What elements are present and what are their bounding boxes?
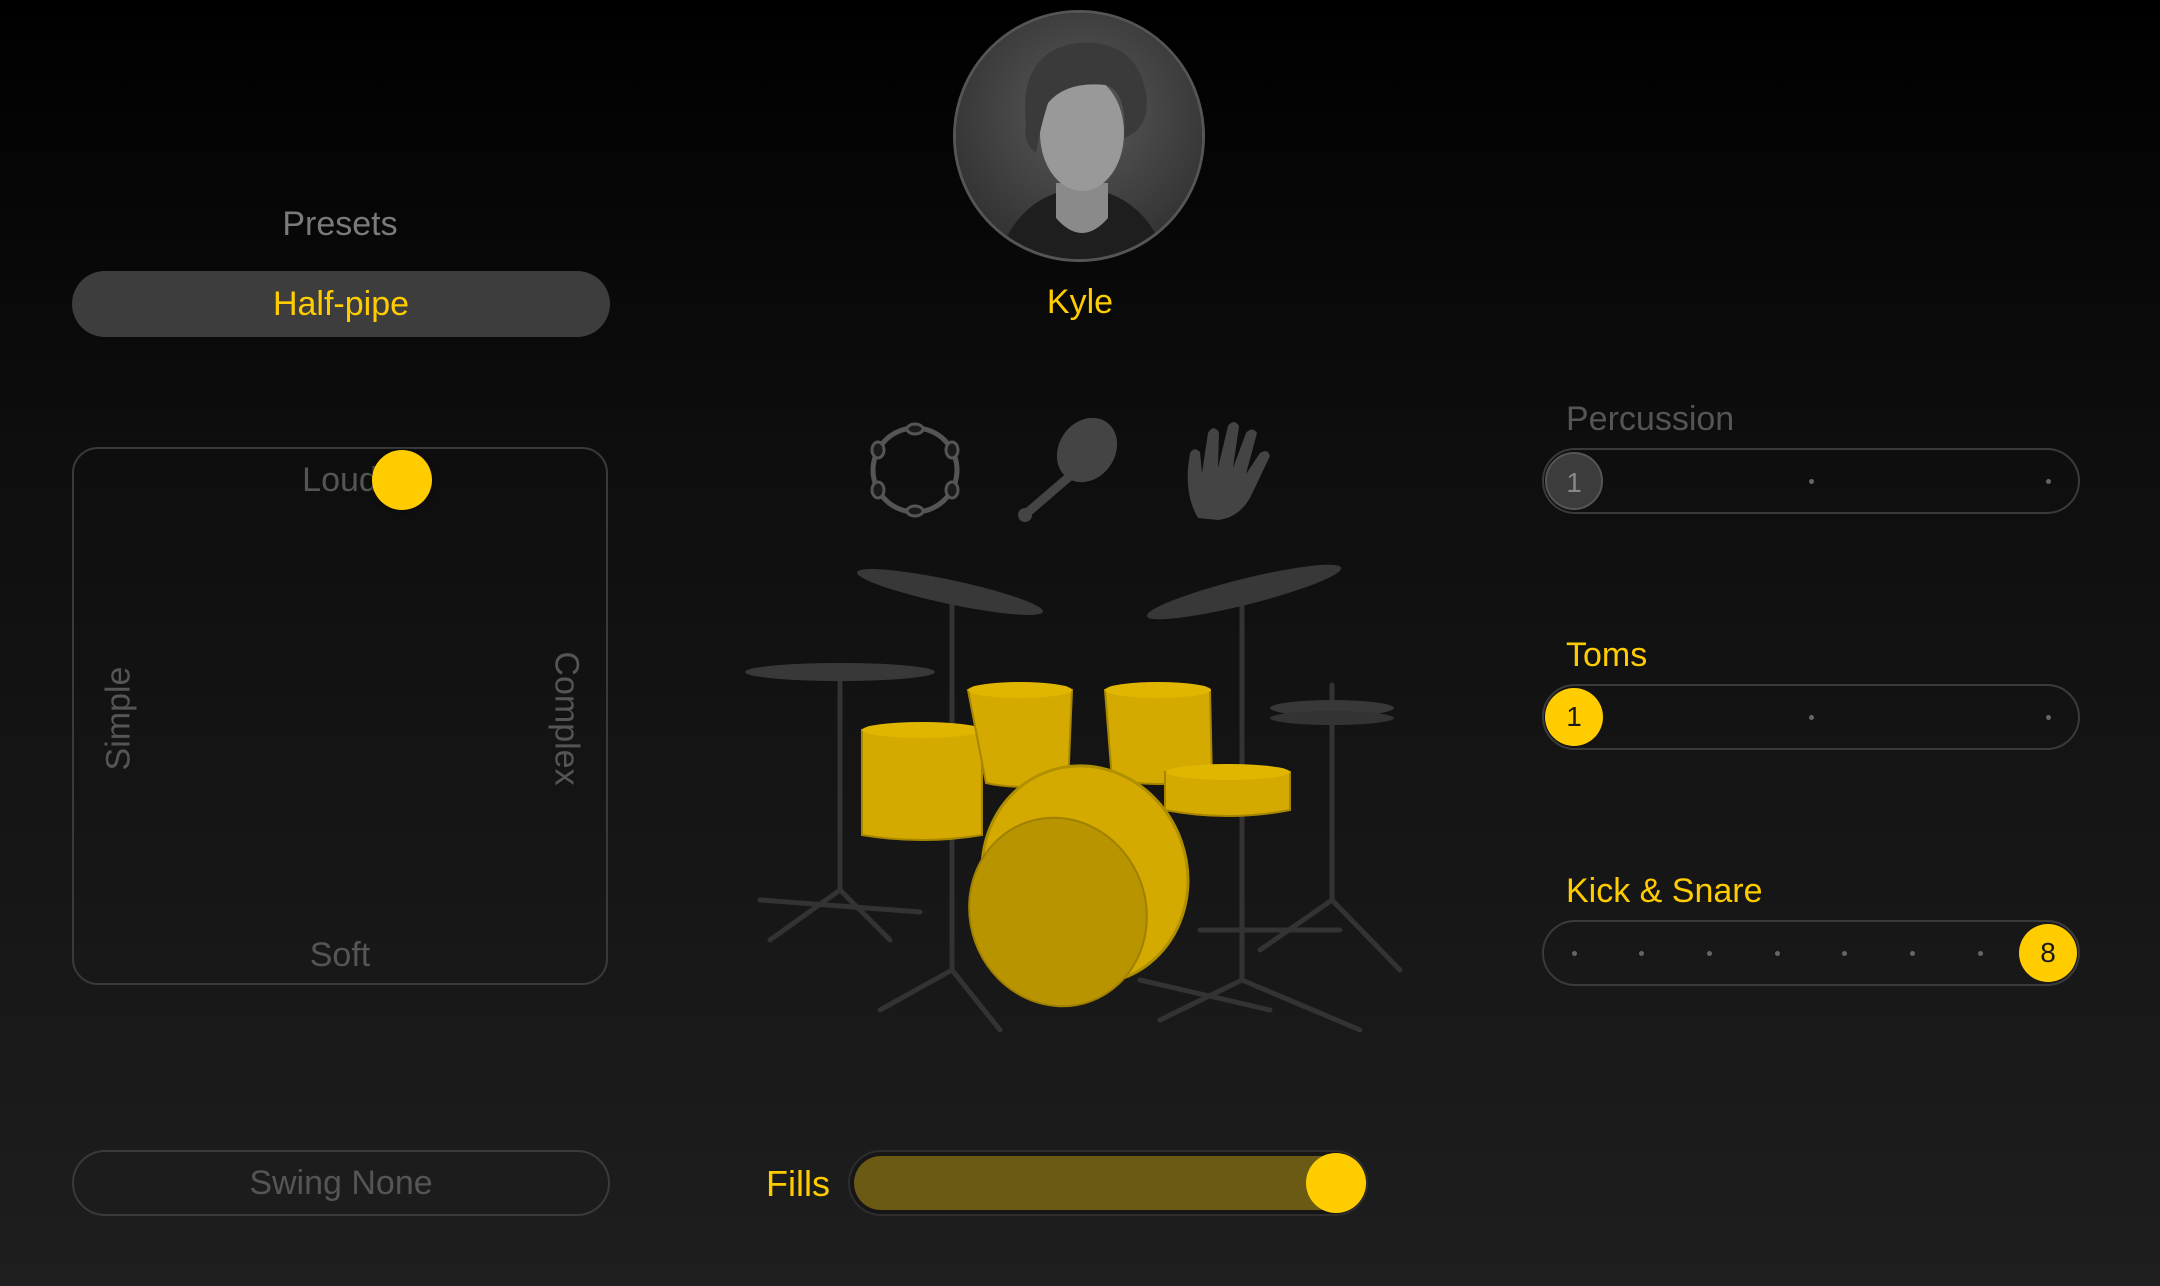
slider-step-dot <box>2045 479 2051 484</box>
drum-kit[interactable] <box>740 540 1420 1060</box>
drummer-name[interactable]: Kyle <box>880 283 1280 322</box>
preset-selector-button[interactable]: Half-pipe <box>72 271 610 337</box>
presets-title: Presets <box>282 205 398 243</box>
slider-knob[interactable]: 1 <box>1545 452 1603 510</box>
kick-snare-slider[interactable]: 8 <box>1542 920 2080 986</box>
tambourine-icon[interactable] <box>860 420 970 525</box>
fills-slider-fill <box>854 1156 1366 1210</box>
fills-slider-knob[interactable] <box>1306 1153 1366 1213</box>
slider-knob[interactable]: 8 <box>2019 924 2077 982</box>
percussion-title: Percussion <box>1566 400 1735 438</box>
slider-step-dot <box>1842 951 1848 956</box>
slider-step-dot <box>1639 951 1645 956</box>
toms-slider[interactable]: 1 <box>1542 684 2080 750</box>
slider-step-dot <box>2045 715 2051 720</box>
swing-button[interactable]: Swing None <box>72 1150 610 1216</box>
slider-step-dot <box>1774 951 1780 956</box>
pad-puck[interactable] <box>372 450 432 510</box>
pad-label-soft: Soft <box>309 936 371 974</box>
fills-label: Fills <box>766 1163 830 1204</box>
pad-label-loud: Loud <box>302 461 378 499</box>
kick-snare-title: Kick & Snare <box>1566 872 1763 910</box>
slider-step-dot <box>1808 479 1814 484</box>
hand-clap-icon[interactable] <box>1178 418 1278 528</box>
fills-slider[interactable] <box>848 1150 1368 1216</box>
pad-label-simple: Simple <box>99 666 138 771</box>
slider-step-dot <box>1706 951 1712 956</box>
slider-step-dot <box>1977 951 1983 956</box>
percussion-slider[interactable]: 1 <box>1542 448 2080 514</box>
pad-label-complex: Complex <box>547 651 586 786</box>
slider-step-dot <box>1571 951 1577 956</box>
slider-knob[interactable]: 1 <box>1545 688 1603 746</box>
toms-title: Toms <box>1566 636 1648 674</box>
loud-soft-simple-complex-pad[interactable]: Loud Soft Simple Complex <box>72 447 608 985</box>
slider-step-dot <box>1808 715 1814 720</box>
drummer-avatar[interactable] <box>953 10 1205 262</box>
shaker-icon[interactable] <box>1015 417 1125 528</box>
slider-step-dot <box>1910 951 1916 956</box>
